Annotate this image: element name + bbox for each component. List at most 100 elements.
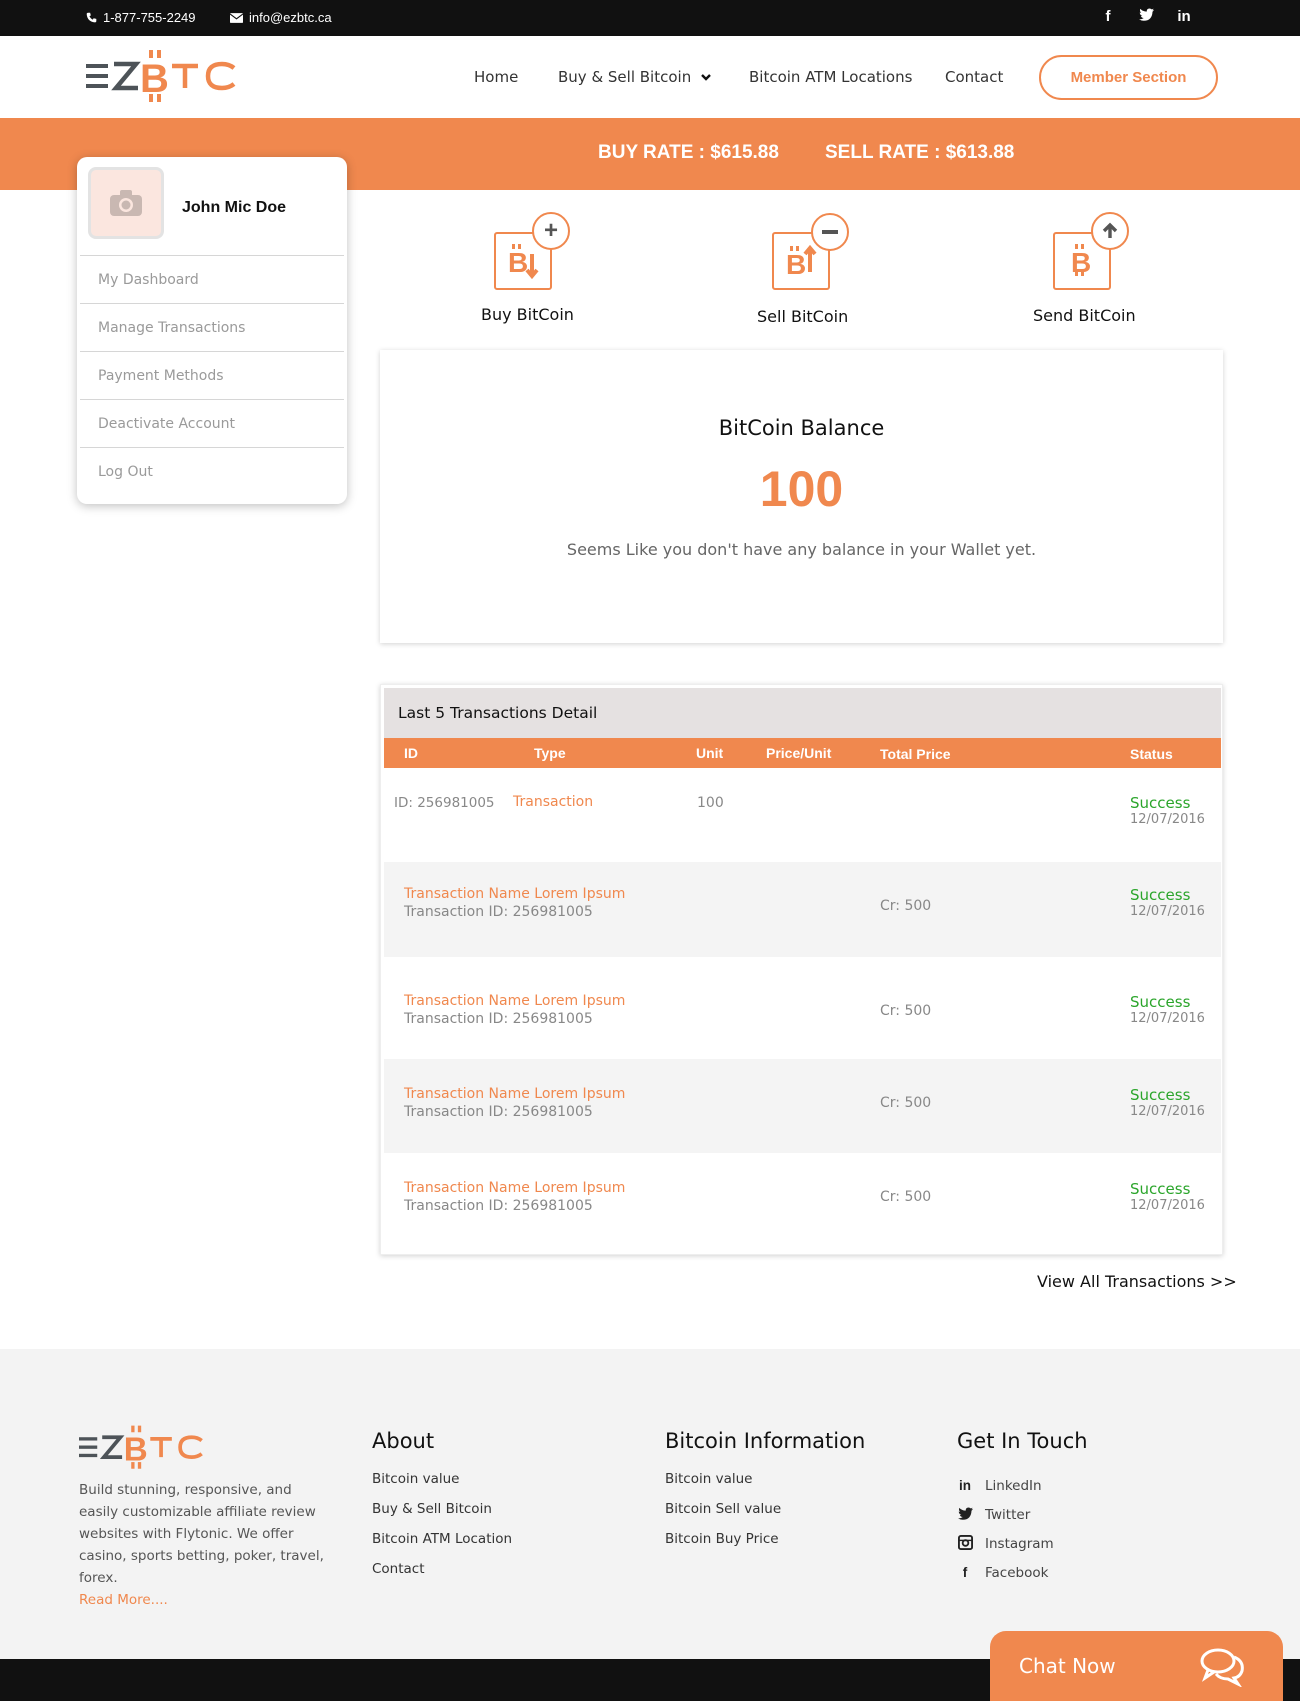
nav-contact[interactable]: Contact	[945, 68, 1003, 86]
footer-ezbtc-logo[interactable]: B	[79, 1425, 205, 1471]
menu-deactivate-account[interactable]: Deactivate Account	[80, 399, 344, 447]
col-unit: Unit	[696, 745, 724, 761]
balance-card: BitCoin Balance 100 Seems Like you don't…	[380, 350, 1223, 643]
tx-name: Transaction Name Lorem Ipsum	[404, 886, 626, 902]
side-menu: My Dashboard Manage Transactions Payment…	[80, 255, 344, 495]
footer-facebook-label: Facebook	[985, 1564, 1049, 1581]
buy-bitcoin-label: Buy BitCoin	[481, 305, 574, 324]
email-address: info@ezbtc.ca	[249, 10, 332, 25]
tx-id: ID: 256981005	[394, 795, 495, 811]
twitter-icon[interactable]	[1138, 8, 1154, 25]
footer-linkedin[interactable]: in LinkedIn	[957, 1471, 1088, 1500]
menu-payment-methods[interactable]: Payment Methods	[80, 351, 344, 399]
tx-transaction-id: Transaction ID: 256981005	[404, 1104, 593, 1120]
footer-about-title: About	[372, 1429, 435, 1453]
col-price-unit: Price/Unit	[766, 745, 832, 761]
header: B Home Buy & Sell Bitcoin Bitcoin ATM Lo…	[0, 36, 1300, 118]
facebook-icon[interactable]: f	[1100, 8, 1116, 25]
social-links: f in	[1100, 8, 1192, 25]
top-bar: 1-877-755-2249 info@ezbtc.ca f in	[0, 0, 1300, 36]
table-row[interactable]: Transaction Name Lorem Ipsum Transaction…	[384, 957, 1221, 1059]
phone-contact[interactable]: 1-877-755-2249	[86, 10, 196, 25]
menu-manage-transactions[interactable]: Manage Transactions	[80, 303, 344, 351]
linkedin-icon[interactable]: in	[1176, 8, 1192, 25]
footer-link[interactable]: Bitcoin value	[372, 1471, 512, 1501]
svg-text:B: B	[140, 57, 169, 101]
email-contact[interactable]: info@ezbtc.ca	[230, 10, 332, 25]
footer-info-title: Bitcoin Information	[665, 1429, 866, 1453]
tx-transaction-id: Transaction ID: 256981005	[404, 1011, 593, 1027]
tx-unit: 100	[697, 795, 724, 811]
svg-text:B: B	[508, 247, 528, 278]
nav-buy-sell[interactable]: Buy & Sell Bitcoin	[558, 68, 712, 86]
col-id: ID	[404, 745, 418, 761]
chat-bubbles-icon	[1200, 1648, 1244, 1687]
footer-twitter[interactable]: Twitter	[957, 1500, 1088, 1529]
chat-now-button[interactable]: Chat Now	[990, 1631, 1283, 1701]
footer-link[interactable]: Bitcoin Buy Price	[665, 1531, 865, 1561]
nav-home[interactable]: Home	[474, 68, 518, 86]
footer-instagram[interactable]: Instagram	[957, 1529, 1088, 1558]
profile-name: John Mic Doe	[182, 199, 287, 216]
tx-total: Cr: 500	[880, 1095, 932, 1111]
footer-link[interactable]: Bitcoin ATM Location	[372, 1531, 512, 1561]
footer-description-text: Build stunning, responsive, and easily c…	[79, 1482, 324, 1586]
tx-type: Transaction	[513, 794, 594, 810]
table-row[interactable]: ID: 256981005 Transaction 100 Success 12…	[384, 768, 1221, 862]
envelope-icon	[230, 12, 243, 23]
sell-rate: SELL RATE : $613.88	[825, 142, 1015, 163]
nav-buy-sell-label: Buy & Sell Bitcoin	[558, 68, 692, 86]
tx-status: Success	[1130, 794, 1191, 812]
footer-link[interactable]: Bitcoin value	[665, 1471, 865, 1501]
facebook-icon: f	[962, 1565, 968, 1580]
camera-icon	[110, 190, 142, 216]
table-row[interactable]: Transaction Name Lorem Ipsum Transaction…	[384, 1059, 1221, 1153]
svg-text:B: B	[124, 1431, 148, 1468]
menu-my-dashboard[interactable]: My Dashboard	[80, 255, 344, 303]
footer-touch-title: Get In Touch	[957, 1429, 1088, 1453]
footer-touch-column: Get In Touch in LinkedIn Twitter Instagr…	[957, 1429, 1088, 1587]
transactions-card: Last 5 Transactions Detail ID Type Unit …	[380, 684, 1223, 1255]
tx-name: Transaction Name Lorem Ipsum	[404, 993, 626, 1009]
tx-status: Success	[1130, 1180, 1191, 1198]
avatar[interactable]	[88, 167, 164, 239]
footer-link[interactable]: Contact	[372, 1561, 512, 1591]
footer-facebook[interactable]: f Facebook	[957, 1558, 1088, 1587]
footer-link[interactable]: Buy & Sell Bitcoin	[372, 1501, 512, 1531]
tx-total: Cr: 500	[880, 1003, 932, 1019]
tx-total: Cr: 500	[880, 898, 932, 914]
send-bitcoin-label: Send BitCoin	[1033, 306, 1136, 325]
tx-status: Success	[1130, 886, 1191, 904]
footer-twitter-label: Twitter	[985, 1506, 1031, 1523]
tx-transaction-id: Transaction ID: 256981005	[404, 1198, 593, 1214]
footer-about-column: About Bitcoin value Buy & Sell Bitcoin B…	[372, 1429, 512, 1591]
footer-info-column: Bitcoin Information Bitcoin value Bitcoi…	[665, 1429, 865, 1561]
menu-log-out[interactable]: Log Out	[80, 447, 344, 495]
tx-transaction-id: Transaction ID: 256981005	[404, 904, 593, 920]
footer-link[interactable]: Bitcoin Sell value	[665, 1501, 865, 1531]
tx-name: Transaction Name Lorem Ipsum	[404, 1180, 626, 1196]
twitter-icon	[957, 1506, 973, 1523]
svg-text:B: B	[786, 249, 806, 280]
read-more-link[interactable]: Read More....	[79, 1592, 168, 1608]
minus-icon	[811, 213, 849, 251]
table-row[interactable]: Transaction Name Lorem Ipsum Transaction…	[384, 862, 1221, 957]
transactions-header: Last 5 Transactions Detail	[384, 688, 1221, 738]
view-all-transactions-link[interactable]: View All Transactions >>	[1037, 1272, 1237, 1291]
balance-note: Seems Like you don't have any balance in…	[566, 540, 1037, 559]
chat-now-label: Chat Now	[1019, 1654, 1116, 1678]
footer-description: Build stunning, responsive, and easily c…	[79, 1479, 329, 1611]
profile-card: John Mic Doe My Dashboard Manage Transac…	[77, 157, 347, 504]
tx-date: 12/07/2016	[1130, 1011, 1205, 1026]
tx-name: Transaction Name Lorem Ipsum	[404, 1086, 626, 1102]
phone-icon	[86, 12, 97, 23]
member-section-button[interactable]: Member Section	[1039, 55, 1218, 100]
table-row[interactable]: Transaction Name Lorem Ipsum Transaction…	[384, 1153, 1221, 1247]
tx-total: Cr: 500	[880, 1189, 932, 1205]
ezbtc-logo[interactable]: B	[86, 50, 238, 104]
col-status: Status	[1130, 746, 1173, 762]
instagram-icon	[957, 1534, 973, 1553]
tx-date: 12/07/2016	[1130, 1198, 1205, 1213]
tx-date: 12/07/2016	[1130, 1104, 1205, 1119]
nav-atm-locations[interactable]: Bitcoin ATM Locations	[749, 68, 912, 86]
